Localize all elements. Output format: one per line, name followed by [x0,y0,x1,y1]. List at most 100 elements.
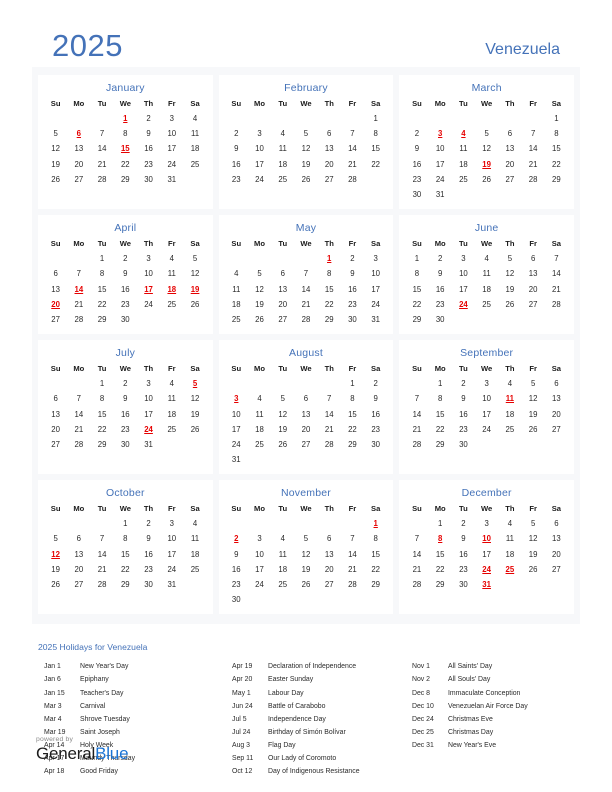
day-cell[interactable]: 16 [114,406,137,421]
day-cell[interactable]: 10 [248,547,271,562]
day-cell[interactable]: 9 [114,266,137,281]
day-cell[interactable]: 7 [522,126,545,141]
day-cell[interactable]: 3 [160,111,183,126]
day-cell[interactable]: 14 [341,547,364,562]
day-cell[interactable]: 21 [318,422,341,437]
day-cell[interactable]: 26 [294,172,317,187]
day-cell[interactable]: 11 [475,266,498,281]
day-cell[interactable]: 6 [271,266,294,281]
day-cell[interactable]: 26 [248,312,271,327]
day-cell[interactable]: 25 [160,297,183,312]
day-cell[interactable]: 25 [183,157,206,172]
day-cell[interactable]: 26 [294,577,317,592]
day-cell[interactable]: 10 [225,406,248,421]
day-cell[interactable]: 11 [271,141,294,156]
day-cell[interactable]: 14 [522,141,545,156]
day-cell[interactable]: 29 [90,437,113,452]
day-cell[interactable]: 8 [364,126,387,141]
day-cell[interactable]: 23 [341,297,364,312]
day-cell[interactable]: 28 [67,437,90,452]
day-cell[interactable]: 11 [183,126,206,141]
day-cell[interactable]: 6 [545,516,568,531]
day-cell[interactable]: 28 [545,297,568,312]
day-cell[interactable]: 2 [114,376,137,391]
day-cell-holiday[interactable]: 6 [67,126,90,141]
day-cell[interactable]: 18 [183,141,206,156]
day-cell[interactable]: 14 [90,141,113,156]
day-cell[interactable]: 30 [452,437,475,452]
day-cell[interactable]: 25 [271,577,294,592]
day-cell[interactable]: 23 [364,422,387,437]
day-cell[interactable]: 9 [341,266,364,281]
day-cell[interactable]: 6 [522,251,545,266]
day-cell[interactable]: 4 [498,516,521,531]
day-cell[interactable]: 14 [90,547,113,562]
day-cell[interactable]: 27 [545,422,568,437]
day-cell[interactable]: 4 [160,376,183,391]
day-cell[interactable]: 24 [429,172,452,187]
day-cell[interactable]: 22 [429,562,452,577]
day-cell[interactable]: 5 [248,266,271,281]
day-cell[interactable]: 31 [429,187,452,202]
day-cell[interactable]: 18 [271,157,294,172]
day-cell[interactable]: 6 [44,266,67,281]
day-cell[interactable]: 11 [225,282,248,297]
day-cell[interactable]: 3 [160,516,183,531]
day-cell[interactable]: 6 [44,391,67,406]
day-cell[interactable]: 12 [248,282,271,297]
day-cell[interactable]: 16 [452,406,475,421]
day-cell[interactable]: 25 [225,312,248,327]
day-cell[interactable]: 28 [522,172,545,187]
day-cell[interactable]: 30 [137,577,160,592]
day-cell[interactable]: 18 [271,562,294,577]
day-cell[interactable]: 19 [271,422,294,437]
day-cell[interactable]: 27 [318,577,341,592]
day-cell[interactable]: 13 [522,266,545,281]
day-cell[interactable]: 5 [498,251,521,266]
day-cell[interactable]: 18 [498,406,521,421]
day-cell[interactable]: 17 [248,157,271,172]
day-cell[interactable]: 6 [294,391,317,406]
day-cell[interactable]: 10 [137,266,160,281]
day-cell[interactable]: 5 [44,531,67,546]
day-cell[interactable]: 3 [475,516,498,531]
day-cell[interactable]: 14 [405,406,428,421]
day-cell[interactable]: 17 [225,422,248,437]
day-cell[interactable]: 5 [271,391,294,406]
day-cell[interactable]: 20 [318,562,341,577]
day-cell[interactable]: 26 [498,297,521,312]
day-cell[interactable]: 9 [225,547,248,562]
day-cell[interactable]: 19 [522,406,545,421]
day-cell[interactable]: 26 [44,172,67,187]
day-cell[interactable]: 29 [90,312,113,327]
day-cell[interactable]: 7 [341,531,364,546]
day-cell[interactable]: 4 [271,531,294,546]
day-cell[interactable]: 1 [90,376,113,391]
day-cell[interactable]: 23 [114,422,137,437]
day-cell[interactable]: 11 [248,406,271,421]
day-cell-holiday[interactable]: 11 [498,391,521,406]
day-cell[interactable]: 28 [405,577,428,592]
day-cell[interactable]: 13 [498,141,521,156]
day-cell[interactable]: 4 [225,266,248,281]
day-cell-holiday[interactable]: 10 [475,531,498,546]
day-cell[interactable]: 26 [183,422,206,437]
day-cell[interactable]: 1 [429,376,452,391]
day-cell[interactable]: 16 [429,282,452,297]
day-cell[interactable]: 31 [364,312,387,327]
day-cell[interactable]: 14 [318,406,341,421]
day-cell[interactable]: 4 [183,111,206,126]
day-cell[interactable]: 30 [429,312,452,327]
day-cell[interactable]: 8 [318,266,341,281]
day-cell[interactable]: 19 [183,406,206,421]
day-cell[interactable]: 14 [294,282,317,297]
day-cell[interactable]: 9 [225,141,248,156]
day-cell[interactable]: 2 [341,251,364,266]
day-cell[interactable]: 7 [318,391,341,406]
day-cell[interactable]: 19 [522,547,545,562]
day-cell[interactable]: 17 [137,406,160,421]
day-cell-holiday[interactable]: 15 [114,141,137,156]
day-cell[interactable]: 19 [294,562,317,577]
day-cell[interactable]: 3 [137,251,160,266]
day-cell[interactable]: 10 [364,266,387,281]
